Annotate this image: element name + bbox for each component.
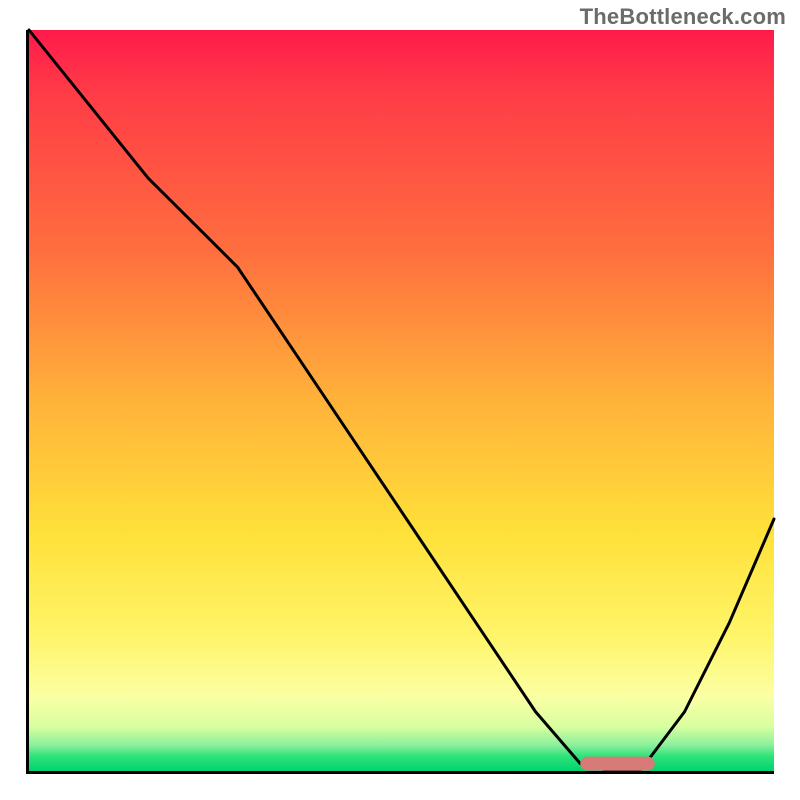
bottleneck-curve	[29, 30, 774, 771]
optimal-point-marker	[580, 757, 655, 771]
curve-layer	[29, 30, 774, 771]
plot-area	[26, 30, 774, 774]
watermark-text: TheBottleneck.com	[580, 4, 786, 30]
chart-container: TheBottleneck.com	[0, 0, 800, 800]
